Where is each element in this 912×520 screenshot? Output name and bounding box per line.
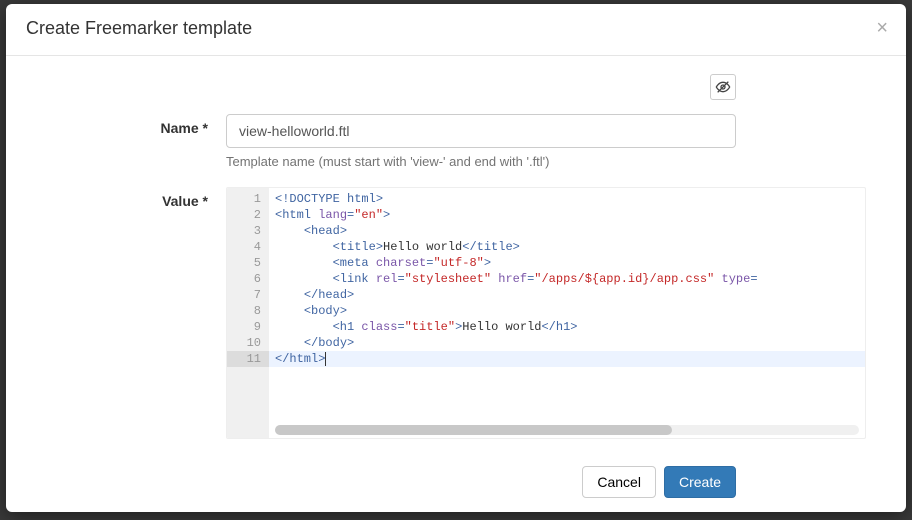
horizontal-scrollbar[interactable] [275,425,859,435]
create-button[interactable]: Create [664,466,736,498]
modal-header: Create Freemarker template × [6,4,906,56]
modal-title: Create Freemarker template [26,18,886,39]
editor-code-area[interactable]: <!DOCTYPE html><html lang="en"> <head> <… [269,188,865,438]
create-template-modal: Create Freemarker template × Name * Temp… [6,4,906,512]
scrollbar-thumb[interactable] [275,425,672,435]
code-editor[interactable]: 1234567891011 <!DOCTYPE html><html lang=… [226,187,866,439]
editor-gutter: 1234567891011 [227,188,269,438]
name-help-text: Template name (must start with 'view-' a… [226,154,736,169]
modal-footer: Cancel Create [6,456,906,512]
eye-off-icon [715,79,731,95]
name-label: Name * [26,114,226,169]
value-label: Value * [26,187,226,439]
visibility-toggle-button[interactable] [710,74,736,100]
name-input[interactable] [226,114,736,148]
close-icon[interactable]: × [876,18,888,38]
value-row: Value * 1234567891011 <!DOCTYPE html><ht… [26,187,886,439]
toolbar [26,74,886,100]
modal-body: Name * Template name (must start with 'v… [6,56,906,456]
cancel-button[interactable]: Cancel [582,466,656,498]
name-row: Name * Template name (must start with 'v… [26,114,886,169]
